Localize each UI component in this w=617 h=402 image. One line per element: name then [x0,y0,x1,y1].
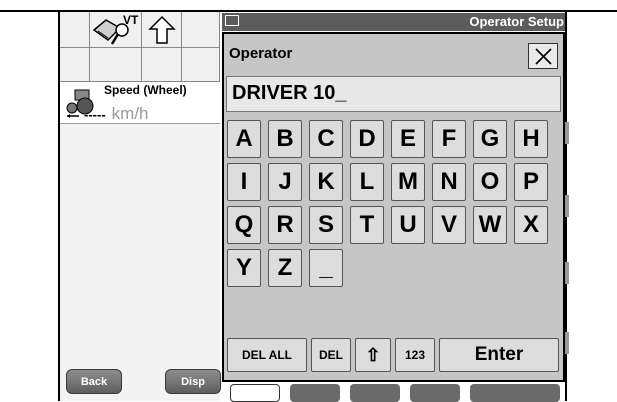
vt-label: VT [123,13,139,27]
top-toolbar: VT [60,12,220,82]
bottom-tab[interactable] [230,384,280,402]
del-all-button[interactable]: DEL ALL [227,338,307,372]
operator-name-field[interactable]: DRIVER 10_ [226,76,561,112]
speed-value-number: ----- [84,107,106,122]
toolbar-cell-vt[interactable]: VT [90,12,142,48]
key-v[interactable]: V [432,206,466,244]
bottom-tab[interactable] [290,384,340,402]
key-g[interactable]: G [473,120,507,158]
speed-unit: km/h [111,104,149,123]
key-f[interactable]: F [432,120,466,158]
key-w[interactable]: W [473,206,507,244]
key-b[interactable]: B [268,120,302,158]
key-underscore[interactable]: _ [309,249,343,287]
key-s[interactable]: S [309,206,343,244]
side-tab [565,262,569,284]
toolbar-cell [60,12,90,48]
numeric-button[interactable]: 123 [395,338,435,372]
key-x[interactable]: X [514,206,548,244]
screen-icon [225,15,239,26]
toolbar-cell [182,48,220,82]
up-arrow-icon [148,15,176,44]
side-tab [565,332,569,354]
back-button[interactable]: Back [66,369,122,394]
key-k[interactable]: K [309,163,343,201]
speed-label: Speed (Wheel) [104,83,187,97]
key-m[interactable]: M [391,163,425,201]
bottom-tab[interactable] [470,384,560,402]
key-y[interactable]: Y [227,249,261,287]
disp-button[interactable]: Disp [165,369,221,394]
side-tab [565,122,569,144]
toolbar-cell [142,48,182,82]
bottom-tab[interactable] [350,384,400,402]
toolbar-cell [90,48,142,82]
key-z[interactable]: Z [268,249,302,287]
toolbar-cell [60,48,90,82]
key-h[interactable]: H [514,120,548,158]
key-c[interactable]: C [309,120,343,158]
key-r[interactable]: R [268,206,302,244]
side-tab [565,195,569,217]
key-j[interactable]: J [268,163,302,201]
key-e[interactable]: E [391,120,425,158]
shift-icon[interactable]: ⇧ [355,338,391,372]
toolbar-cell [182,12,220,48]
enter-button[interactable]: Enter [439,338,559,372]
key-o[interactable]: O [473,163,507,201]
key-i[interactable]: I [227,163,261,201]
toolbar-cell-up[interactable] [142,12,182,48]
key-q[interactable]: Q [227,206,261,244]
del-button[interactable]: DEL [311,338,351,372]
speed-value: ----- km/h [84,104,149,124]
key-n[interactable]: N [432,163,466,201]
key-p[interactable]: P [514,163,548,201]
key-d[interactable]: D [350,120,384,158]
dialog-title: Operator [229,45,293,62]
key-l[interactable]: L [350,163,384,201]
bottom-tab[interactable] [410,384,460,402]
close-icon [535,48,552,65]
page-title: Operator Setup [469,14,564,29]
close-button[interactable] [528,43,558,69]
key-a[interactable]: A [227,120,261,158]
key-u[interactable]: U [391,206,425,244]
key-t[interactable]: T [350,206,384,244]
